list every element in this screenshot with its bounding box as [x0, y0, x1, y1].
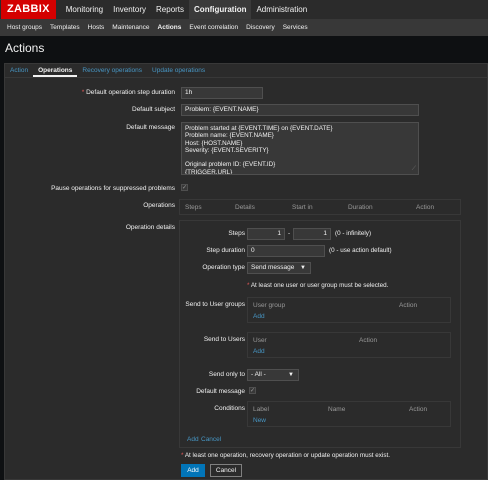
- form-tabs: Action Operations Recovery operations Up…: [5, 64, 487, 78]
- send-only-to-value: - All -: [251, 371, 266, 378]
- user-required-note-text: At least one user or user group must be …: [250, 282, 389, 289]
- add-user-group-link[interactable]: Add: [253, 313, 265, 320]
- tab-update-operations[interactable]: Update operations: [147, 64, 210, 77]
- default-subject-input[interactable]: Problem: {EVENT.NAME}: [181, 104, 419, 116]
- chevron-down-icon: ▼: [288, 372, 294, 378]
- tab-action[interactable]: Action: [5, 64, 33, 77]
- operation-type-label: Operation type: [202, 264, 245, 271]
- top-navigation: ZABBIX Monitoring Inventory Reports Conf…: [0, 0, 488, 19]
- conditions-table: Label Name Action New: [247, 401, 451, 427]
- main-menu: Monitoring Inventory Reports Configurati…: [61, 0, 312, 19]
- cancel-button[interactable]: Cancel: [210, 464, 242, 477]
- conditions-col-name: Name: [328, 406, 346, 413]
- default-message-label: Default message: [126, 124, 175, 131]
- step-duration2-hint: (0 - use action default): [329, 247, 392, 254]
- menu-administration[interactable]: Administration: [251, 0, 312, 19]
- user-groups-col-group: User group: [253, 302, 286, 309]
- send-only-to-select[interactable]: - All - ▼: [247, 369, 299, 381]
- submenu-host-groups[interactable]: Host groups: [3, 19, 46, 36]
- operation-details-label: Operation details: [125, 224, 175, 231]
- operation-details-box: Steps 1 - 1 (0 - infinitely) Step durati…: [179, 220, 461, 448]
- conditions-col-label: Label: [253, 406, 269, 413]
- resize-handle-icon[interactable]: ⟋: [412, 166, 416, 173]
- operations-col-duration: Duration: [348, 204, 373, 211]
- tab-recovery-operations[interactable]: Recovery operations: [77, 64, 147, 77]
- default-message-textarea[interactable]: Problem started at {EVENT.TIME} on {EVEN…: [181, 122, 419, 175]
- default-message-checkbox[interactable]: ✓: [249, 387, 256, 394]
- operations-label: Operations: [143, 202, 175, 209]
- operation-required-note-text: At least one operation, recovery operati…: [184, 452, 390, 459]
- tab-operations[interactable]: Operations: [33, 64, 78, 77]
- page-title: Actions: [5, 41, 45, 55]
- action-form-panel: Action Operations Recovery operations Up…: [4, 63, 488, 480]
- step-duration-input[interactable]: 1h: [181, 87, 263, 99]
- pause-operations-checkbox[interactable]: ✓: [181, 184, 188, 191]
- add-user-link[interactable]: Add: [253, 348, 265, 355]
- submenu-hosts[interactable]: Hosts: [84, 19, 109, 36]
- submenu-maintenance[interactable]: Maintenance: [108, 19, 153, 36]
- default-subject-label: Default subject: [132, 106, 175, 113]
- steps-separator: -: [288, 230, 291, 237]
- add-button[interactable]: Add: [181, 464, 205, 477]
- sub-menu: Host groups Templates Hosts Maintenance …: [0, 19, 488, 36]
- operations-col-steps: Steps: [185, 204, 202, 211]
- user-groups-table: User group Action Add: [247, 297, 451, 323]
- menu-monitoring[interactable]: Monitoring: [61, 0, 108, 19]
- submenu-services[interactable]: Services: [279, 19, 312, 36]
- operation-type-value: Send message: [251, 264, 295, 271]
- conditions-label: Conditions: [214, 405, 245, 412]
- zabbix-logo[interactable]: ZABBIX: [1, 0, 56, 19]
- submenu-templates[interactable]: Templates: [46, 19, 84, 36]
- default-message-checkbox-label: Default message: [196, 388, 245, 395]
- users-table: User Action Add: [247, 332, 451, 358]
- users-col-user: User: [253, 337, 267, 344]
- new-condition-link[interactable]: New: [253, 417, 266, 424]
- step-duration-label: Default operation step duration: [5, 89, 175, 96]
- operation-required-note: * At least one operation, recovery opera…: [181, 452, 390, 459]
- operations-col-start-in: Start in: [292, 204, 313, 211]
- send-users-label: Send to Users: [203, 336, 245, 343]
- menu-configuration[interactable]: Configuration: [189, 0, 252, 19]
- submenu-discovery[interactable]: Discovery: [242, 19, 279, 36]
- user-groups-col-action: Action: [399, 302, 418, 309]
- submenu-event-correlation[interactable]: Event correlation: [185, 19, 242, 36]
- step-duration-label-text: Default operation step duration: [86, 89, 175, 96]
- user-required-note: * At least one user or user group must b…: [247, 282, 389, 289]
- steps-from-input[interactable]: 1: [247, 228, 285, 240]
- steps-label: Steps: [228, 230, 245, 237]
- operation-type-select[interactable]: Send message ▼: [247, 262, 311, 274]
- operation-cancel-link[interactable]: Cancel: [201, 436, 221, 443]
- step-duration2-label: Step duration: [206, 247, 245, 254]
- chevron-down-icon: ▼: [300, 265, 306, 271]
- operations-col-details: Details: [235, 204, 255, 211]
- operations-table: Steps Details Start in Duration Action: [179, 199, 461, 215]
- conditions-col-action: Action: [409, 406, 428, 413]
- menu-inventory[interactable]: Inventory: [108, 0, 151, 19]
- operation-add-link[interactable]: Add: [187, 436, 199, 443]
- step-duration2-input[interactable]: 0: [247, 245, 325, 257]
- operations-col-action: Action: [416, 204, 435, 211]
- send-only-to-label: Send only to: [208, 371, 245, 378]
- pause-operations-label: Pause operations for suppressed problems: [51, 185, 175, 192]
- users-col-action: Action: [359, 337, 378, 344]
- send-user-groups-label: Send to User groups: [185, 301, 245, 308]
- default-message-text: Problem started at {EVENT.TIME} on {EVEN…: [185, 125, 333, 175]
- menu-reports[interactable]: Reports: [151, 0, 189, 19]
- steps-hint: (0 - infinitely): [335, 230, 372, 237]
- steps-to-input[interactable]: 1: [293, 228, 331, 240]
- submenu-actions[interactable]: Actions: [154, 19, 186, 36]
